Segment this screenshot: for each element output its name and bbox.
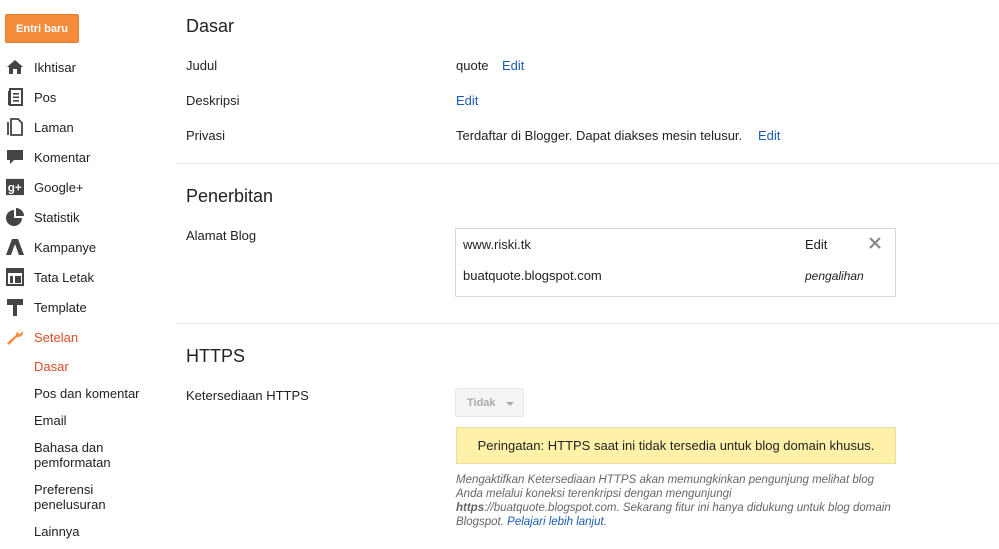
wrench-icon bbox=[6, 328, 24, 346]
sidebar-item-tata-letak[interactable]: Tata Letak bbox=[0, 262, 170, 292]
sidebar-item-setelan[interactable]: Setelan bbox=[0, 322, 170, 352]
pages-icon bbox=[6, 118, 24, 136]
section-title-basic: Dasar bbox=[186, 16, 235, 36]
privacy-value: Terdaftar di Blogger. Dapat diakses mesi… bbox=[456, 128, 743, 143]
learn-more-link[interactable]: Pelajari lebih lanjut bbox=[507, 516, 604, 528]
posts-icon bbox=[6, 88, 24, 106]
blog-title-value: quote bbox=[456, 58, 489, 73]
svg-text:g+: g+ bbox=[8, 182, 22, 195]
sidebar-item-pos[interactable]: Pos bbox=[0, 82, 170, 112]
blogspot-domain-value: buatquote.blogspot.com bbox=[463, 268, 602, 283]
subnav-item-dasar[interactable]: Dasar bbox=[34, 359, 69, 374]
edit-description-link[interactable]: Edit bbox=[456, 93, 478, 108]
description-label: Deskripsi bbox=[186, 93, 240, 108]
sidebar-item-statistik[interactable]: Statistik bbox=[0, 202, 170, 232]
google-plus-icon: g+ bbox=[6, 178, 24, 196]
home-icon bbox=[6, 58, 24, 76]
stats-icon bbox=[6, 208, 24, 226]
remove-domain-icon[interactable] bbox=[869, 237, 881, 252]
sidebar-item-label: Laman bbox=[34, 119, 74, 135]
adwords-icon bbox=[6, 238, 24, 256]
https-help-text: Mengaktifkan Ketersediaan HTTPS akan mem… bbox=[456, 473, 896, 529]
sidebar-item-label: Pos bbox=[34, 89, 57, 105]
sidebar: Entri baru Ikhtisar Pos Laman Komentar g… bbox=[0, 0, 170, 549]
blog-address-label: Alamat Blog bbox=[186, 228, 257, 243]
chevron-down-icon bbox=[506, 402, 514, 406]
https-warning-banner: Peringatan: HTTPS saat ini tidak tersedi… bbox=[456, 427, 896, 464]
subnav-item-email[interactable]: Email bbox=[34, 413, 67, 428]
section-title-https: HTTPS bbox=[186, 346, 246, 366]
divider bbox=[176, 163, 999, 164]
sidebar-item-template[interactable]: Template bbox=[0, 292, 170, 322]
sidebar-item-label: Template bbox=[34, 299, 87, 315]
privacy-label: Privasi bbox=[186, 128, 226, 143]
sidebar-item-label: Tata Letak bbox=[34, 269, 94, 285]
sidebar-item-label: Kampanye bbox=[34, 239, 97, 255]
sidebar-item-google-plus[interactable]: g+ Google+ bbox=[0, 172, 170, 202]
sidebar-item-ikhtisar[interactable]: Ikhtisar bbox=[0, 52, 170, 82]
sidebar-item-label: Setelan bbox=[34, 329, 79, 345]
divider bbox=[176, 323, 999, 324]
select-value: Tidak bbox=[467, 396, 496, 409]
subnav-item-preferensi[interactable]: Preferensi penelusuran bbox=[34, 482, 124, 512]
edit-domain-link[interactable]: Edit bbox=[805, 237, 827, 252]
help-text-https: https bbox=[456, 502, 485, 514]
blog-address-box: www.riski.tk Edit buatquote.blogspot.com… bbox=[455, 228, 896, 297]
layout-icon bbox=[6, 268, 24, 286]
sidebar-item-label: Komentar bbox=[34, 149, 91, 165]
sidebar-item-kampanye[interactable]: Kampanye bbox=[0, 232, 170, 262]
edit-title-link[interactable]: Edit bbox=[502, 58, 524, 73]
sidebar-item-komentar[interactable]: Komentar bbox=[0, 142, 170, 172]
section-title-publishing: Penerbitan bbox=[186, 186, 274, 206]
subnav-item-lainnya[interactable]: Lainnya bbox=[34, 524, 80, 539]
help-text-end: . bbox=[603, 516, 607, 528]
template-icon bbox=[6, 298, 24, 316]
subnav-item-pos-komentar[interactable]: Pos dan komentar bbox=[34, 386, 164, 401]
sidebar-item-label: Statistik bbox=[34, 209, 80, 225]
settings-main: Dasar Judul quote Edit Deskripsi Edit Pr… bbox=[176, 0, 999, 549]
sidebar-item-label: Ikhtisar bbox=[34, 59, 76, 75]
sidebar-item-label: Google+ bbox=[34, 179, 84, 195]
sidebar-nav: Ikhtisar Pos Laman Komentar g+ Google+ S… bbox=[0, 52, 170, 352]
help-text-part1: Mengaktifkan Ketersediaan HTTPS akan mem… bbox=[456, 474, 875, 500]
https-availability-label: Ketersediaan HTTPS bbox=[186, 388, 309, 403]
new-post-button[interactable]: Entri baru bbox=[5, 14, 79, 43]
edit-privacy-link[interactable]: Edit bbox=[758, 128, 780, 143]
sidebar-item-laman[interactable]: Laman bbox=[0, 112, 170, 142]
custom-domain-value: www.riski.tk bbox=[463, 237, 531, 252]
https-availability-select[interactable]: Tidak bbox=[455, 388, 524, 417]
subnav-item-bahasa[interactable]: Bahasa dan pemformatan bbox=[34, 440, 124, 470]
title-label: Judul bbox=[186, 58, 218, 73]
redirect-label: pengalihan bbox=[805, 269, 864, 283]
comment-icon bbox=[6, 148, 24, 166]
